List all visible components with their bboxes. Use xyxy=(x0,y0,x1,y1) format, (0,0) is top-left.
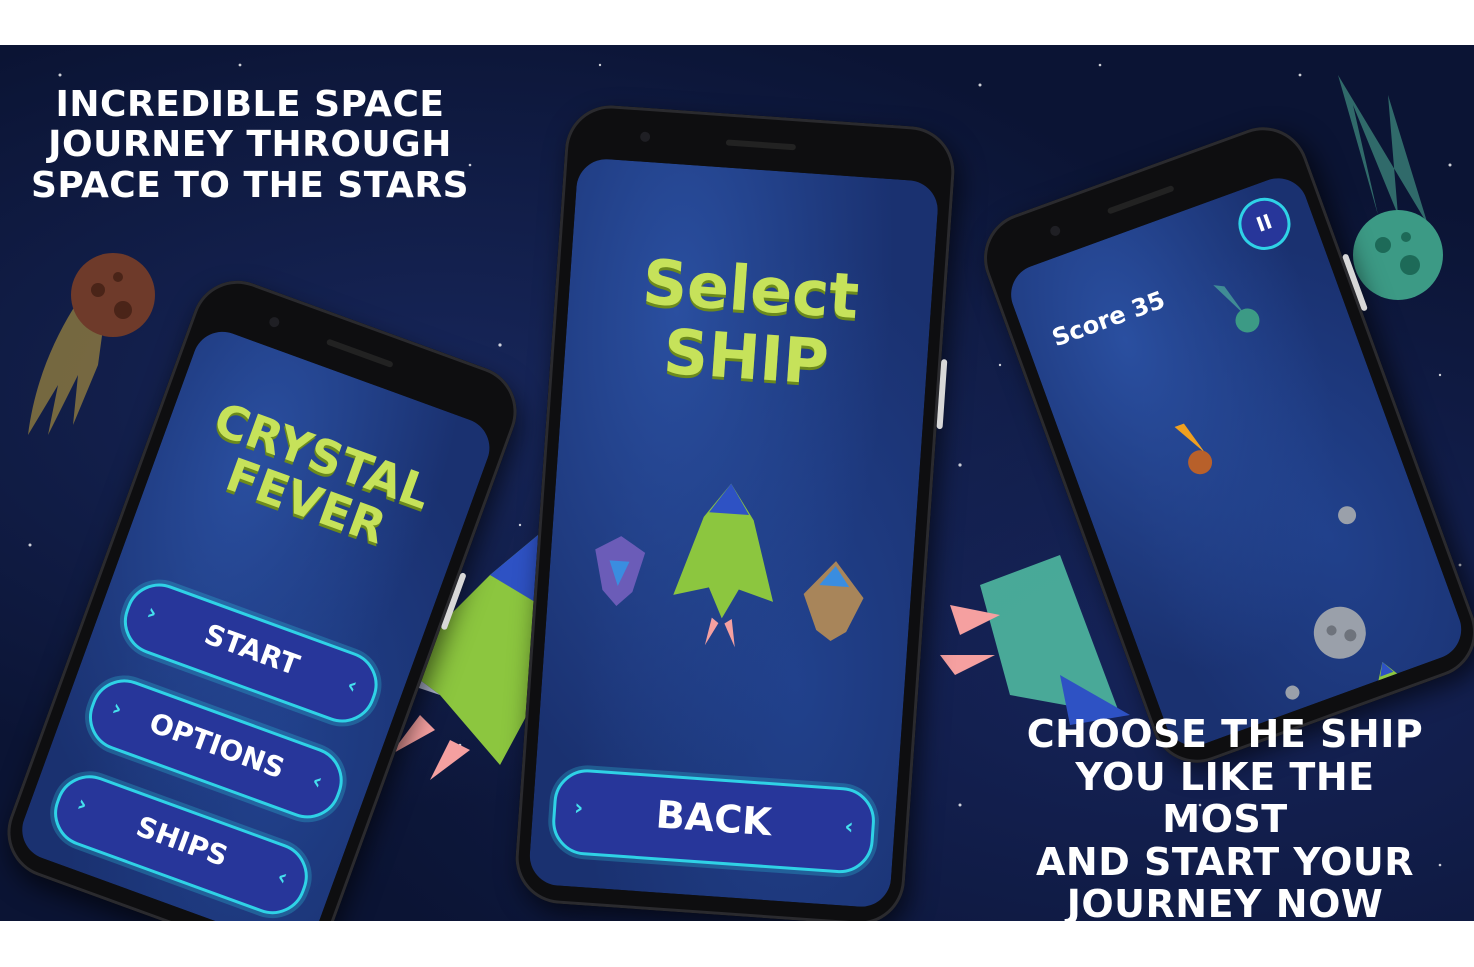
promo-right-line: CHOOSE THE SHIP xyxy=(1026,712,1424,756)
promo-tagline-right: CHOOSE THE SHIP YOU LIKE THE MOST AND ST… xyxy=(1010,713,1440,921)
score-display: Score 35 xyxy=(1048,285,1169,353)
pause-icon: II xyxy=(1253,209,1276,237)
phone-speaker xyxy=(725,139,797,151)
game-title: CRYSTAL FEVER xyxy=(151,380,477,577)
ship-option-selected-icon[interactable] xyxy=(665,475,787,652)
chevron-right-icon: › xyxy=(573,795,585,822)
chevron-left-icon: ‹ xyxy=(308,768,326,796)
promo-left-line: JOURNEY THROUGH xyxy=(48,124,452,166)
phone-camera xyxy=(1048,224,1062,238)
ship-option-right-icon[interactable] xyxy=(795,554,871,649)
promo-left-line: SPACE TO THE STARS xyxy=(30,164,470,206)
promo-right-line: YOU LIKE THE MOST xyxy=(1075,754,1375,842)
promo-scene: INCREDIBLE SPACE JOURNEY THROUGH SPACE T… xyxy=(0,45,1474,921)
teal-meteor-icon xyxy=(1213,285,1260,333)
fire-meteor-icon xyxy=(1174,423,1213,475)
promo-tagline-left: INCREDIBLE SPACE JOURNEY THROUGH SPACE T… xyxy=(30,84,470,206)
select-ship-screen: Select SHIP › BACK ‹ xyxy=(527,157,940,909)
brown-meteor-icon xyxy=(28,253,155,435)
chevron-right-icon: › xyxy=(143,600,161,627)
ships-button-label: SHIPS xyxy=(131,809,233,874)
asteroid-icon xyxy=(1313,606,1366,659)
back-button[interactable]: › BACK ‹ xyxy=(549,767,878,876)
chevron-left-icon: ‹ xyxy=(343,672,361,700)
promo-left-line: INCREDIBLE SPACE xyxy=(55,84,445,125)
ship-option-left-icon[interactable] xyxy=(581,529,656,614)
chevron-left-icon: ‹ xyxy=(273,864,291,892)
chevron-right-icon: › xyxy=(108,695,126,723)
options-button-label: OPTIONS xyxy=(145,705,290,786)
chevron-right-icon: › xyxy=(73,791,91,819)
chevron-left-icon: ‹ xyxy=(843,814,855,840)
select-ship-title: Select SHIP xyxy=(563,243,934,404)
promo-right-line: JOURNEY NOW xyxy=(1066,882,1384,921)
phone-camera xyxy=(267,315,281,329)
phone-speaker xyxy=(1106,184,1175,215)
start-button-label: START xyxy=(200,617,304,683)
small-asteroid-icon xyxy=(1338,506,1357,525)
promo-right-line: AND START YOUR xyxy=(1035,839,1415,884)
pause-button[interactable]: II xyxy=(1231,190,1298,258)
phone-select-ship: Select SHIP › BACK ‹ xyxy=(512,102,958,921)
back-button-label: BACK xyxy=(654,792,774,845)
phone-camera xyxy=(639,131,651,143)
small-asteroid-icon xyxy=(1285,685,1300,700)
phone-speaker xyxy=(325,338,394,369)
